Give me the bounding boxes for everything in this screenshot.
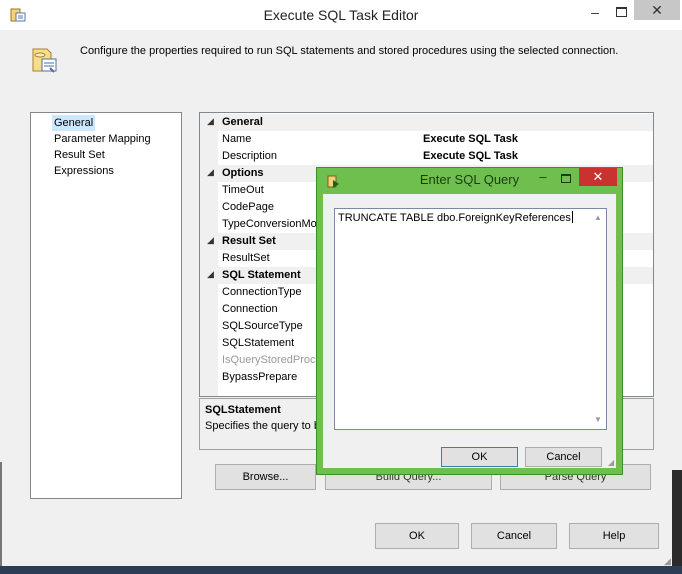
property-name: CodePage — [222, 201, 274, 213]
sql-query-textarea[interactable]: TRUNCATE TABLE dbo.ForeignKeyReferences … — [334, 208, 607, 430]
property-value[interactable]: Execute SQL Task — [423, 150, 518, 162]
property-name: TypeConversionMo — [222, 218, 317, 230]
property-name: Name — [222, 133, 252, 145]
cancel-button[interactable]: Cancel — [471, 523, 557, 549]
property-name: TimeOut — [222, 184, 264, 196]
dialog-maximize-button[interactable] — [557, 170, 575, 186]
category-label: Options — [222, 167, 264, 179]
header-band — [0, 30, 682, 100]
background-app-edge-left — [0, 462, 2, 574]
header-description: Configure the properties required to run… — [80, 45, 619, 57]
background-app-edge-bottom — [0, 566, 682, 574]
property-name: BypassPrepare — [222, 371, 298, 383]
ok-button[interactable]: OK — [375, 523, 459, 549]
window-title: Execute SQL Task Editor — [263, 7, 419, 23]
dialog-cancel-button[interactable]: Cancel — [525, 447, 602, 467]
collapse-arrow-icon[interactable]: ◢ — [207, 235, 214, 246]
property-row[interactable]: Name Execute SQL Task — [200, 131, 653, 148]
property-name: IsQueryStoredProce — [222, 354, 322, 366]
enter-sql-query-dialog: Enter SQL Query – ✕ TRUNCATE TABLE dbo.F… — [316, 167, 623, 475]
property-name: SQLStatement — [222, 337, 295, 349]
category-label: Result Set — [222, 235, 276, 247]
property-name: Connection — [222, 303, 278, 315]
nav-item-general[interactable]: General — [52, 115, 96, 131]
maximize-button[interactable] — [610, 2, 632, 22]
dialog-close-button[interactable]: ✕ — [579, 168, 617, 186]
dialog-title: Enter SQL Query — [419, 172, 520, 187]
browse-button[interactable]: Browse... — [215, 464, 316, 490]
scroll-down-arrow-icon[interactable]: ▼ — [594, 415, 602, 424]
property-value[interactable]: Execute SQL Task — [423, 133, 518, 145]
property-row[interactable]: Description Execute SQL Task — [200, 148, 653, 165]
text-caret — [571, 211, 573, 223]
description-text: Specifies the query to b — [205, 420, 320, 432]
vertical-scrollbar[interactable]: ▲ ▼ — [589, 209, 607, 429]
scroll-up-arrow-icon[interactable]: ▲ — [594, 213, 602, 222]
close-button[interactable]: ✕ — [634, 0, 680, 20]
property-name: ConnectionType — [222, 286, 302, 298]
dialog-body: TRUNCATE TABLE dbo.ForeignKeyReferences … — [323, 194, 616, 468]
page-navigation-list: General Parameter Mapping Result Set Exp… — [30, 112, 182, 499]
nav-item-expressions[interactable]: Expressions — [52, 163, 116, 179]
dialog-ok-button[interactable]: OK — [441, 447, 518, 467]
help-button[interactable]: Help — [569, 523, 659, 549]
description-title: SQLStatement — [205, 404, 281, 416]
property-name: Description — [222, 150, 278, 162]
dialog-resize-grip-icon[interactable]: ◢ — [608, 458, 614, 467]
dialog-minimize-button[interactable]: – — [535, 170, 551, 186]
nav-item-parameter-mapping[interactable]: Parameter Mapping — [52, 131, 153, 147]
resize-grip-icon[interactable]: ◢ — [664, 556, 674, 566]
sql-query-text[interactable]: TRUNCATE TABLE dbo.ForeignKeyReferences — [338, 211, 573, 224]
collapse-arrow-icon[interactable]: ◢ — [207, 167, 214, 178]
category-label: General — [222, 116, 263, 128]
property-name: ResultSet — [222, 252, 270, 264]
collapse-arrow-icon[interactable]: ◢ — [207, 116, 214, 127]
collapse-arrow-icon[interactable]: ◢ — [207, 269, 214, 280]
property-name: SQLSourceType — [222, 320, 303, 332]
category-general[interactable]: ◢ General — [200, 114, 653, 131]
category-label: SQL Statement — [222, 269, 301, 281]
minimize-button[interactable]: – — [582, 2, 608, 22]
nav-item-result-set[interactable]: Result Set — [52, 147, 107, 163]
database-task-icon — [30, 45, 60, 75]
